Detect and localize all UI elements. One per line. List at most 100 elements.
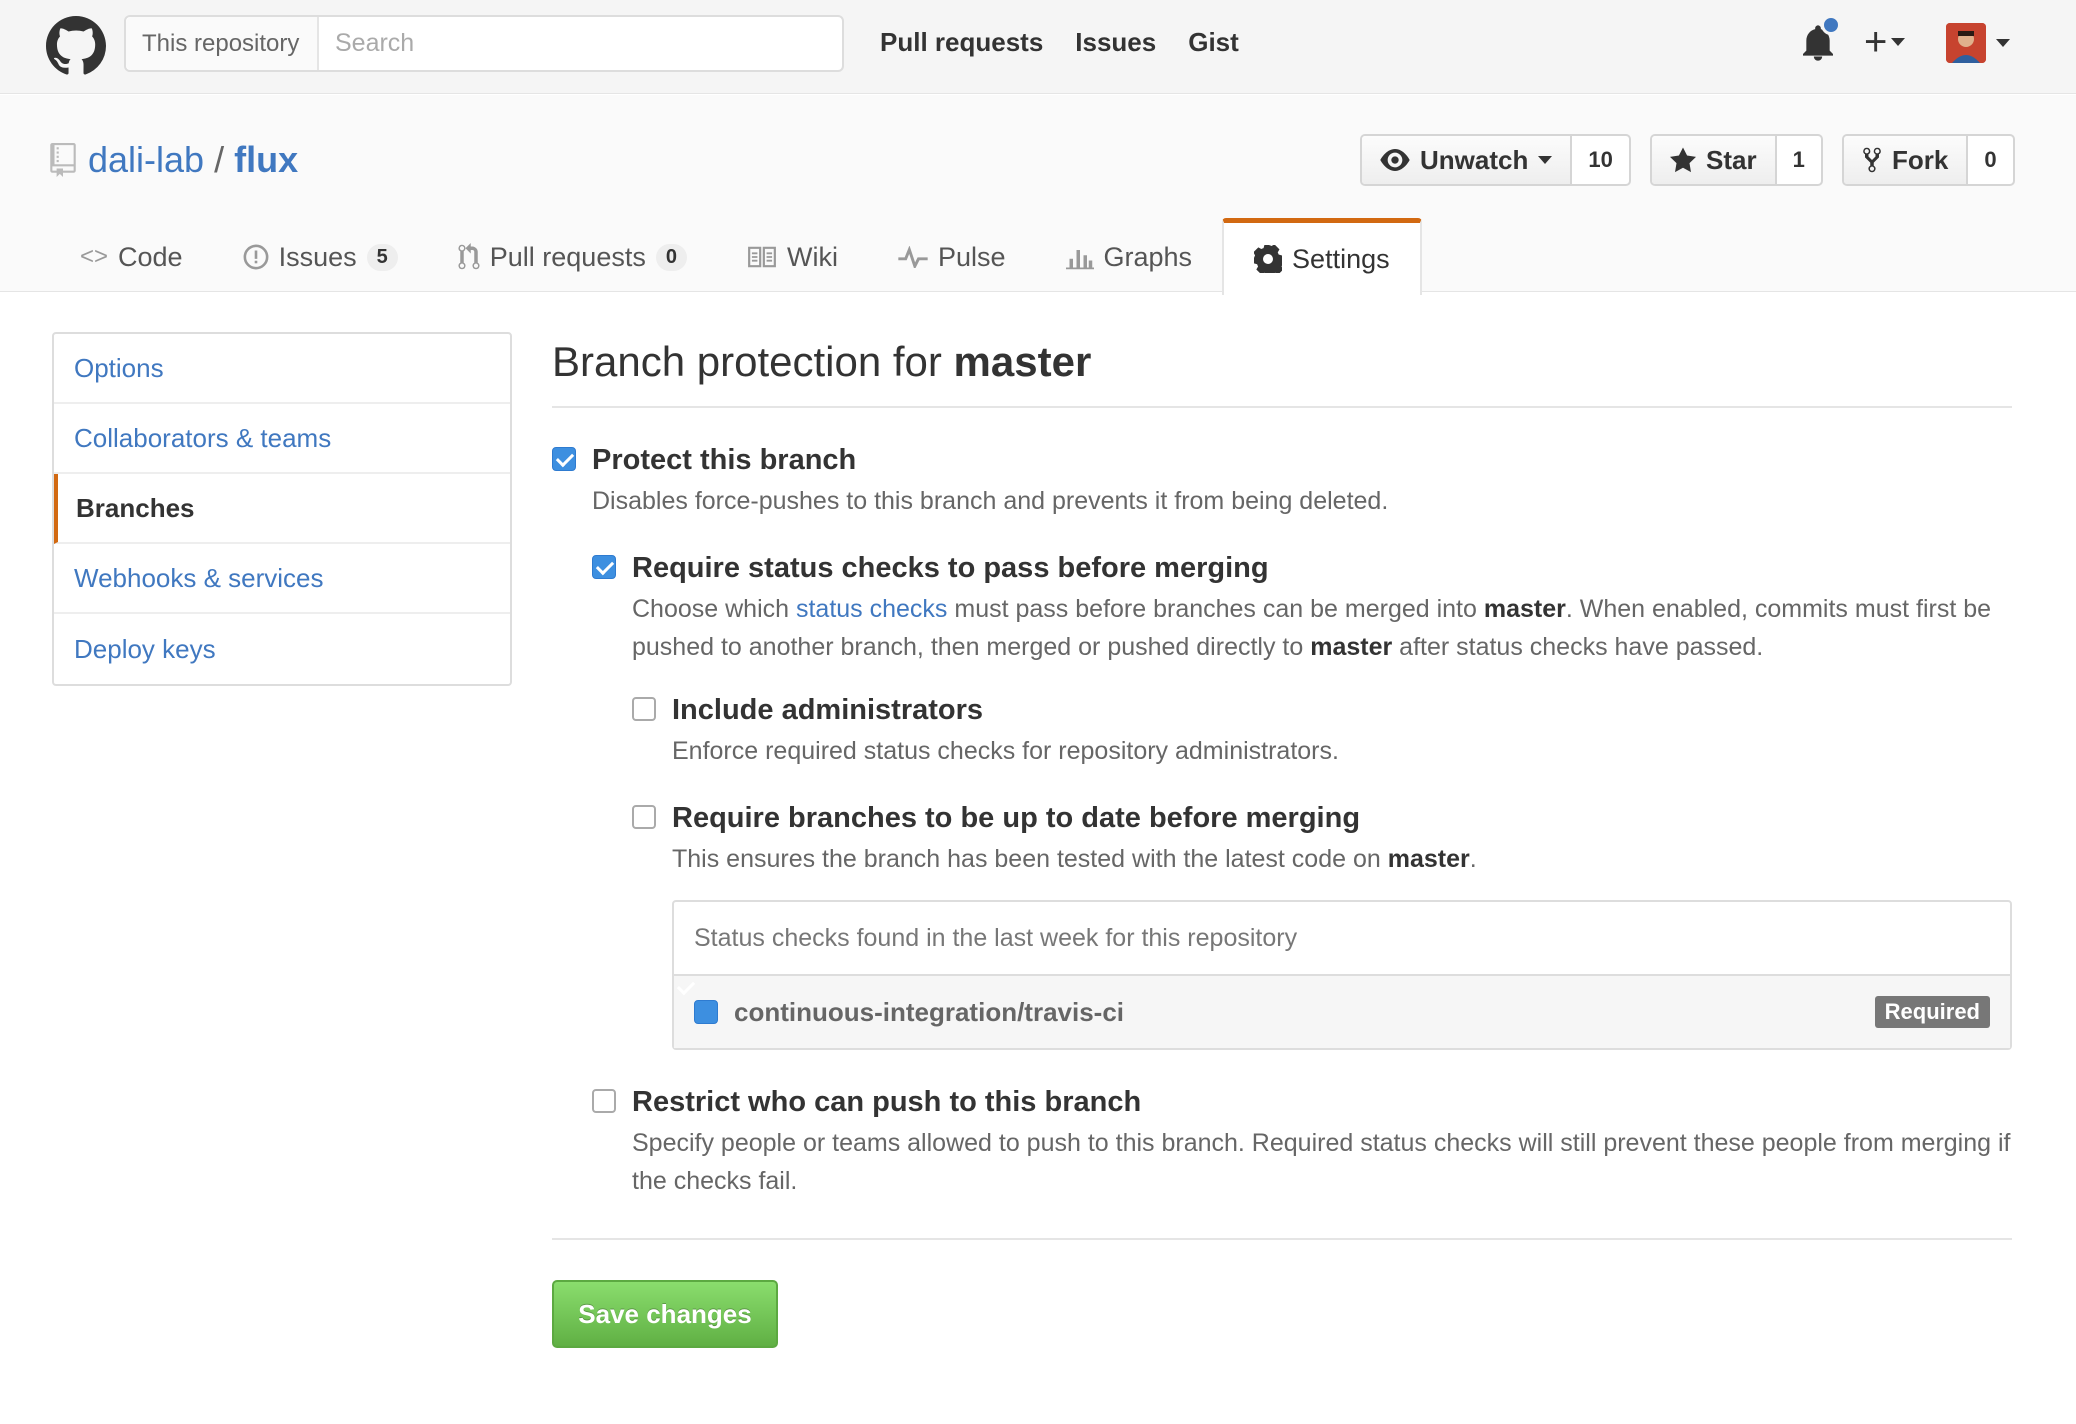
status-check-row: continuous-integration/travis-ci Require… [674, 976, 2010, 1048]
book-icon [748, 246, 776, 268]
avatar [1946, 23, 1986, 63]
sidebar-item-branches[interactable]: Branches [54, 474, 510, 544]
protect-branch-option: Protect this branch Disables force-pushe… [552, 442, 2012, 1200]
search-bar: This repository [124, 15, 844, 72]
travis-ci-checkbox[interactable] [694, 1000, 718, 1024]
tab-issues[interactable]: Issues 5 [213, 221, 428, 293]
repo-icon [50, 143, 76, 177]
up-to-date-option: Require branches to be up to date before… [632, 800, 2012, 1050]
chevron-down-icon [1996, 39, 2010, 47]
form-divider [552, 1238, 2012, 1240]
star-button[interactable]: Star [1652, 136, 1777, 184]
desc-text: after status checks have passed. [1392, 633, 1764, 661]
unwatch-label: Unwatch [1420, 144, 1529, 175]
restrict-push-option: Restrict who can push to this branch Spe… [592, 1084, 2012, 1200]
status-check-name: continuous-integration/travis-ci [734, 996, 1125, 1027]
repo-owner-link[interactable]: dali-lab [88, 139, 204, 181]
include-admins-title: Include administrators [672, 694, 984, 726]
tab-label: Issues [278, 241, 357, 272]
restrict-push-title: Restrict who can push to this branch [632, 1086, 1142, 1118]
repo-tabs: <> Code Issues 5 Pull requests 0 Wiki Pu… [50, 218, 1422, 295]
fork-button[interactable]: Fork [1844, 136, 1969, 184]
tab-label: Pull requests [489, 241, 646, 272]
github-logo-icon[interactable] [46, 16, 106, 76]
star-group: Star 1 [1650, 134, 1823, 186]
plus-icon: + [1864, 20, 1888, 64]
nav-pull-requests[interactable]: Pull requests [880, 27, 1043, 58]
user-menu[interactable] [1946, 23, 2010, 63]
pulse-icon [898, 246, 928, 268]
include-admins-desc: Enforce required status checks for repos… [672, 737, 1339, 765]
tab-pulse[interactable]: Pulse [868, 221, 1036, 293]
star-icon [1670, 147, 1696, 173]
gear-icon [1254, 245, 1283, 273]
up-to-date-checkbox[interactable] [632, 805, 656, 829]
include-admins-option: Include administrators Enforce required … [632, 692, 2012, 770]
status-checks-title: Require status checks to pass before mer… [632, 552, 1269, 584]
fork-label: Fork [1892, 144, 1949, 175]
status-checks-box: Status checks found in the last week for… [672, 900, 2012, 1050]
status-checks-box-header: Status checks found in the last week for… [674, 902, 2010, 976]
watch-count[interactable]: 10 [1572, 136, 1628, 184]
repo-title: dali-lab / flux [50, 139, 298, 181]
search-input[interactable] [319, 17, 842, 70]
sidebar-item-options[interactable]: Options [54, 334, 510, 404]
desc-text: must pass before branches can be merged … [947, 595, 1484, 623]
page-title-branch: master [953, 338, 1092, 385]
save-changes-button[interactable]: Save changes [552, 1280, 778, 1348]
desc-branch: master [1310, 633, 1393, 661]
tab-label: Wiki [786, 241, 838, 272]
code-icon: <> [80, 243, 109, 270]
status-checks-option: Require status checks to pass before mer… [592, 550, 2012, 1050]
tab-settings[interactable]: Settings [1222, 218, 1422, 295]
restrict-push-desc: Specify people or teams allowed to push … [632, 1129, 2011, 1195]
protect-branch-desc: Disables force-pushes to this branch and… [592, 487, 1389, 515]
search-scope-label: This repository [126, 17, 319, 70]
avatar-image [1946, 23, 1986, 63]
desc-text: This ensures the branch has been tested … [672, 845, 1388, 873]
sidebar-item-collaborators[interactable]: Collaborators & teams [54, 404, 510, 474]
pull-request-icon [458, 243, 480, 270]
pull-requests-counter: 0 [655, 243, 687, 271]
repo-header: dali-lab / flux Unwatch 10 Star 1 Fork 0… [0, 95, 2076, 295]
up-to-date-desc: This ensures the branch has been tested … [672, 840, 2012, 878]
unwatch-button[interactable]: Unwatch [1362, 136, 1573, 184]
star-count[interactable]: 1 [1777, 136, 1821, 184]
site-header: This repository Pull requests Issues Gis… [0, 0, 2076, 94]
restrict-push-checkbox[interactable] [592, 1089, 616, 1113]
desc-branch: master [1387, 845, 1470, 873]
sidebar-item-deploy-keys[interactable]: Deploy keys [54, 614, 510, 684]
page-title-prefix: Branch protection for [552, 338, 954, 385]
page-title: Branch protection for master [552, 332, 2012, 408]
desc-text: . [1469, 845, 1477, 873]
main-content: Branch protection for master Protect thi… [552, 332, 2012, 1348]
status-checks-desc: Choose which status checks must pass bef… [632, 590, 2012, 666]
eye-icon [1380, 149, 1410, 171]
sidebar-item-webhooks[interactable]: Webhooks & services [54, 544, 510, 614]
protect-branch-title: Protect this branch [592, 444, 857, 476]
chevron-down-icon [1538, 156, 1553, 164]
desc-branch: master [1483, 595, 1566, 623]
nav-issues[interactable]: Issues [1075, 27, 1156, 58]
up-to-date-title: Require branches to be up to date before… [672, 802, 1361, 834]
repo-name-link[interactable]: flux [234, 139, 298, 181]
tab-label: Code [118, 241, 183, 272]
create-new-menu[interactable]: + [1864, 20, 1906, 64]
settings-sidebar: Options Collaborators & teams Branches W… [52, 332, 512, 686]
fork-group: Fork 0 [1842, 134, 2015, 186]
tab-code[interactable]: <> Code [50, 221, 213, 293]
tab-pull-requests[interactable]: Pull requests 0 [428, 221, 717, 293]
nav-gist[interactable]: Gist [1188, 27, 1239, 58]
fork-count[interactable]: 0 [1968, 136, 2012, 184]
status-checks-checkbox[interactable] [592, 555, 616, 579]
protect-branch-checkbox[interactable] [552, 447, 576, 471]
status-checks-link[interactable]: status checks [796, 595, 947, 623]
tab-wiki[interactable]: Wiki [717, 221, 868, 293]
tab-label: Graphs [1103, 241, 1193, 272]
tab-label: Settings [1292, 243, 1390, 274]
chevron-down-icon [1891, 38, 1906, 46]
include-admins-checkbox[interactable] [632, 697, 656, 721]
tab-graphs[interactable]: Graphs [1036, 221, 1223, 293]
top-nav: Pull requests Issues Gist [880, 27, 1239, 58]
issue-icon [243, 244, 269, 270]
